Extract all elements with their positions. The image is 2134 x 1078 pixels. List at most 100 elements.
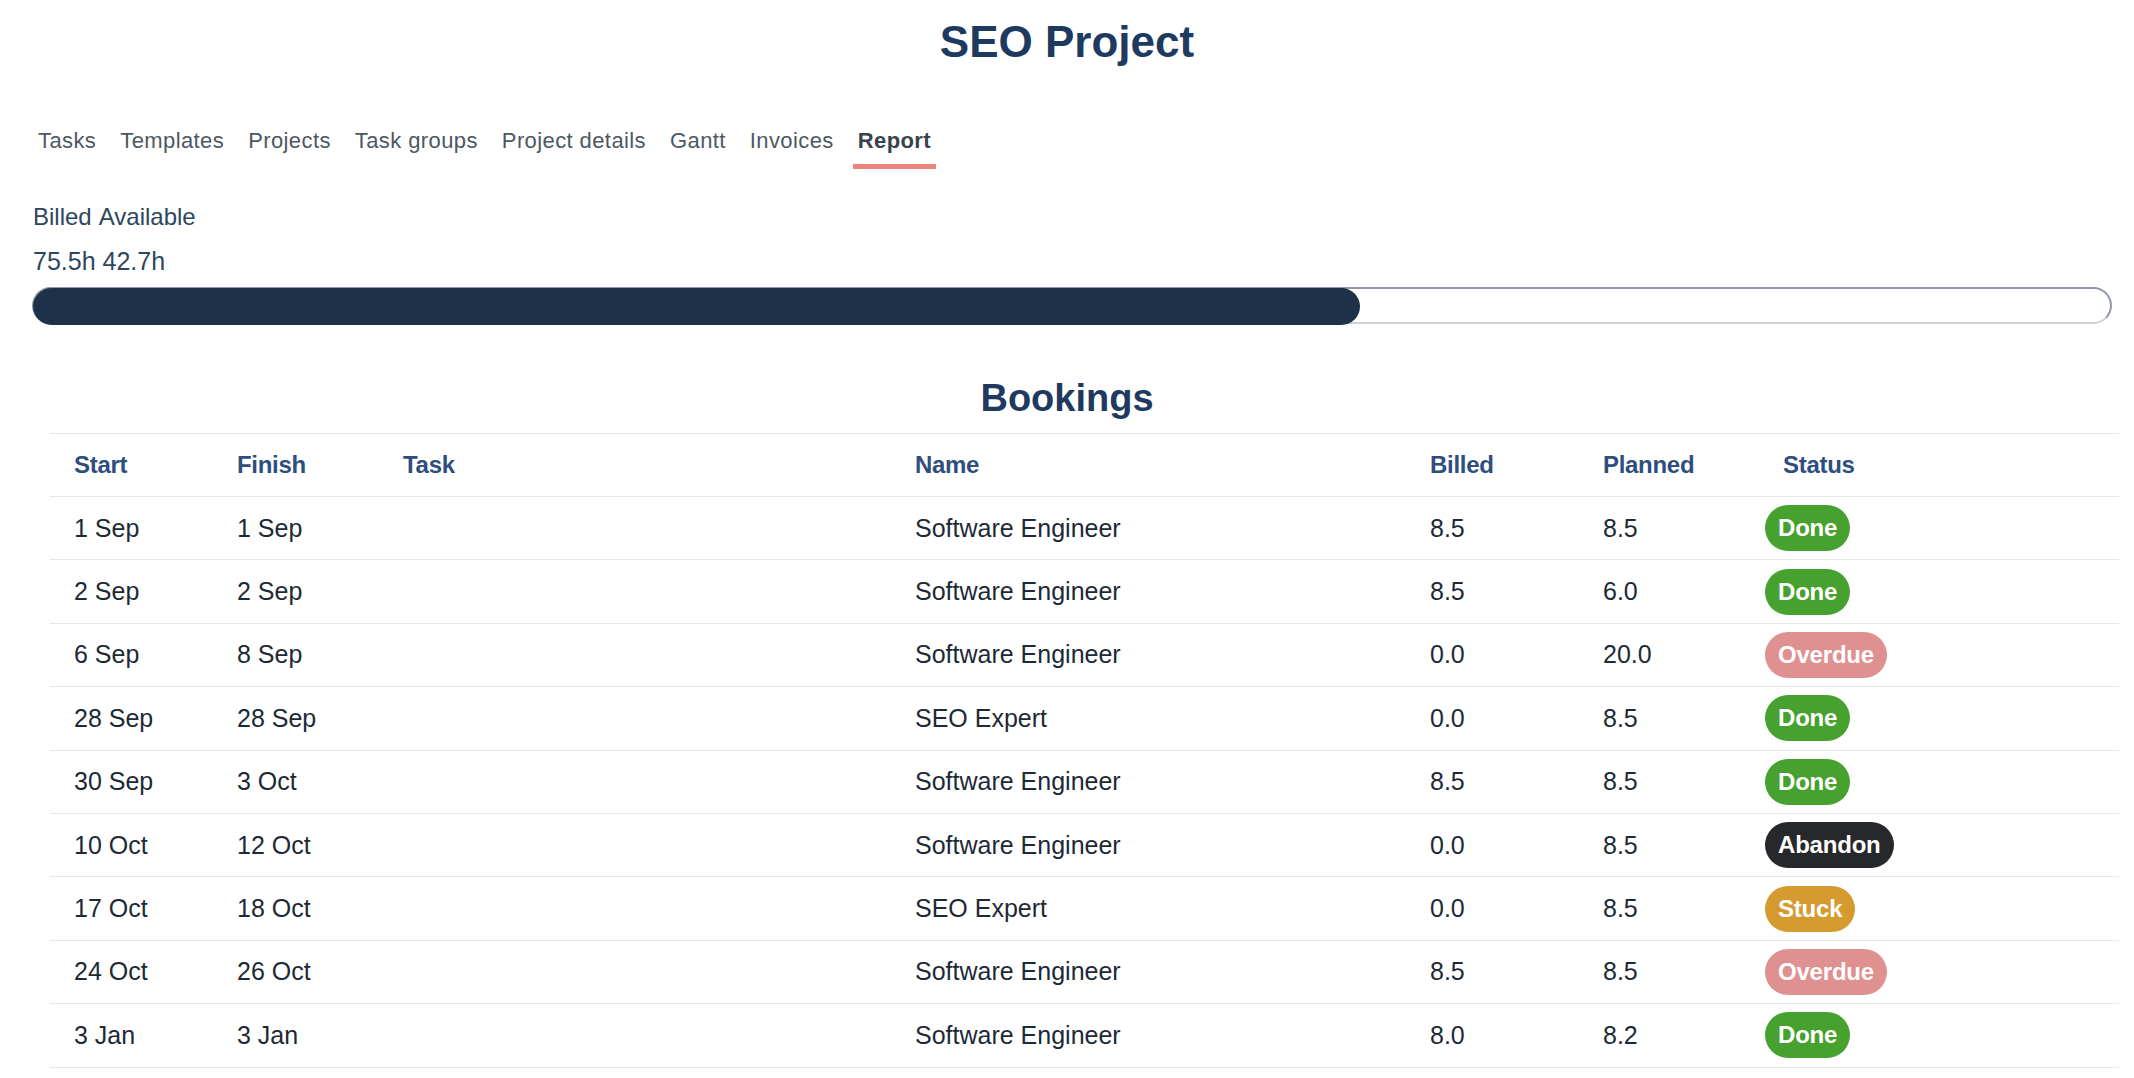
table-row: 6 Sep8 SepSoftware Engineer0.020.0Overdu… xyxy=(50,623,2119,686)
cell-finish: 3 Oct xyxy=(237,750,403,813)
cell-finish: 3 Jan xyxy=(237,1004,403,1067)
cell-planned: 8.5 xyxy=(1603,750,1783,813)
cell-finish: 1 Sep xyxy=(237,497,403,560)
status-badge: Done xyxy=(1765,569,1850,615)
cell-billed: 0.0 xyxy=(1430,623,1603,686)
cell-start: 10 Oct xyxy=(50,813,237,876)
cell-name: Software Engineer xyxy=(915,1004,1430,1067)
cell-billed: 8.5 xyxy=(1430,497,1603,560)
cell-status: Overdue xyxy=(1783,623,2119,686)
table-header-row: StartFinishTaskNameBilledPlannedStatus xyxy=(50,434,2119,497)
cell-status: Done xyxy=(1783,687,2119,750)
cell-planned: 8.2 xyxy=(1603,1004,1783,1067)
table-row: 24 Oct26 OctSoftware Engineer8.58.5Overd… xyxy=(50,940,2119,1003)
cell-start: 30 Sep xyxy=(50,750,237,813)
tab-report[interactable]: Report xyxy=(853,129,936,169)
cell-finish: 8 Sep xyxy=(237,623,403,686)
tab-invoices[interactable]: Invoices xyxy=(750,129,834,169)
available-label: Available xyxy=(99,203,196,230)
cell-start: 3 Jan xyxy=(50,1004,237,1067)
cell-status: Overdue xyxy=(1783,940,2119,1003)
cell-start: 24 Oct xyxy=(50,940,237,1003)
cell-billed: 8.5 xyxy=(1430,940,1603,1003)
cell-name: Software Engineer xyxy=(915,750,1430,813)
cell-finish: 18 Oct xyxy=(237,877,403,940)
status-badge: Done xyxy=(1765,505,1850,551)
table-row: 2 Sep2 Sep Software Engineer8.56.0Done xyxy=(50,560,2119,623)
cell-start: 1 Sep xyxy=(50,497,237,560)
status-badge: Done xyxy=(1765,759,1850,805)
cell-start: 28 Sep xyxy=(50,687,237,750)
cell-task xyxy=(403,1004,915,1067)
cell-billed: 8.5 xyxy=(1430,750,1603,813)
cell-planned: 6.0 xyxy=(1603,560,1783,623)
cell-status: Done xyxy=(1783,750,2119,813)
cell-task xyxy=(403,623,915,686)
status-badge: Overdue xyxy=(1765,632,1887,678)
table-row: 10 Oct12 Oct Software Engineer0.08.5Aband… xyxy=(50,813,2119,876)
table-row: 1 Sep1 SepSoftware Engineer8.58.5Done xyxy=(50,497,2119,560)
cell-status: Done xyxy=(1783,560,2119,623)
cell-status: Abandon xyxy=(1783,813,2119,876)
tab-projects[interactable]: Projects xyxy=(248,129,331,169)
status-badge: Overdue xyxy=(1765,949,1887,995)
progress-bar xyxy=(32,287,2112,324)
progress-labels: Billed Available xyxy=(0,202,2134,232)
status-badge: Stuck xyxy=(1765,886,1855,932)
cell-name: Software Engineer xyxy=(915,623,1430,686)
bookings-table: StartFinishTaskNameBilledPlannedStatus 1… xyxy=(50,433,2119,1068)
cell-name: Software Engineer xyxy=(915,813,1430,876)
column-header-billed: Billed xyxy=(1430,434,1603,497)
progress-bar-fill xyxy=(33,288,1360,325)
cell-task xyxy=(403,750,915,813)
cell-finish: 12 Oct xyxy=(237,813,403,876)
cell-task xyxy=(403,940,915,1003)
cell-name: Software Engineer xyxy=(915,560,1430,623)
tab-templates[interactable]: Templates xyxy=(120,129,224,169)
cell-task xyxy=(403,497,915,560)
billed-label: Billed xyxy=(33,203,92,230)
cell-task xyxy=(403,687,915,750)
cell-planned: 8.5 xyxy=(1603,497,1783,560)
column-header-start: Start xyxy=(50,434,237,497)
table-row: 28 Sep28 SepSEO Expert0.08.5Done xyxy=(50,687,2119,750)
available-value: 42.7h xyxy=(103,247,166,275)
tab-task-groups[interactable]: Task groups xyxy=(355,129,478,169)
tab-gantt[interactable]: Gantt xyxy=(670,129,726,169)
cell-planned: 8.5 xyxy=(1603,813,1783,876)
cell-start: 17 Oct xyxy=(50,877,237,940)
cell-name: Software Engineer xyxy=(915,497,1430,560)
cell-task xyxy=(403,813,915,876)
cell-planned: 8.5 xyxy=(1603,687,1783,750)
table-row: 3 Jan3 Jan Software Engineer8.08.2Done xyxy=(50,1004,2119,1067)
column-header-status: Status xyxy=(1783,434,2119,497)
progress-values: 75.5h42.7h xyxy=(0,246,2134,276)
cell-billed: 8.5 xyxy=(1430,560,1603,623)
cell-billed: 8.0 xyxy=(1430,1004,1603,1067)
cell-status: Done xyxy=(1783,1004,2119,1067)
cell-billed: 0.0 xyxy=(1430,877,1603,940)
table-body: 1 Sep1 SepSoftware Engineer8.58.5Done2 S… xyxy=(50,497,2119,1068)
tab-bar: Tasks Templates Projects Task groups Project… xyxy=(0,129,2134,169)
column-header-task: Task xyxy=(403,434,915,497)
cell-finish: 28 Sep xyxy=(237,687,403,750)
cell-start: 6 Sep xyxy=(50,623,237,686)
column-header-name: Name xyxy=(915,434,1430,497)
cell-task xyxy=(403,560,915,623)
cell-start: 2 Sep xyxy=(50,560,237,623)
cell-finish: 26 Oct xyxy=(237,940,403,1003)
cell-status: Stuck xyxy=(1783,877,2119,940)
tab-project-details[interactable]: Project details xyxy=(502,129,646,169)
cell-billed: 0.0 xyxy=(1430,813,1603,876)
cell-name: Software Engineer xyxy=(915,940,1430,1003)
status-badge: Done xyxy=(1765,1012,1850,1058)
tab-tasks[interactable]: Tasks xyxy=(38,129,96,169)
table-row: 17 Oct18 OctSEO Expert0.08.5Stuck xyxy=(50,877,2119,940)
bookings-title: Bookings xyxy=(0,376,2134,420)
cell-finish: 2 Sep xyxy=(237,560,403,623)
cell-name: SEO Expert xyxy=(915,877,1430,940)
cell-task xyxy=(403,877,915,940)
table-row: 30 Sep3 OctSoftware Engineer8.58.5Done xyxy=(50,750,2119,813)
cell-status: Done xyxy=(1783,497,2119,560)
status-badge: Abandon xyxy=(1765,822,1894,868)
